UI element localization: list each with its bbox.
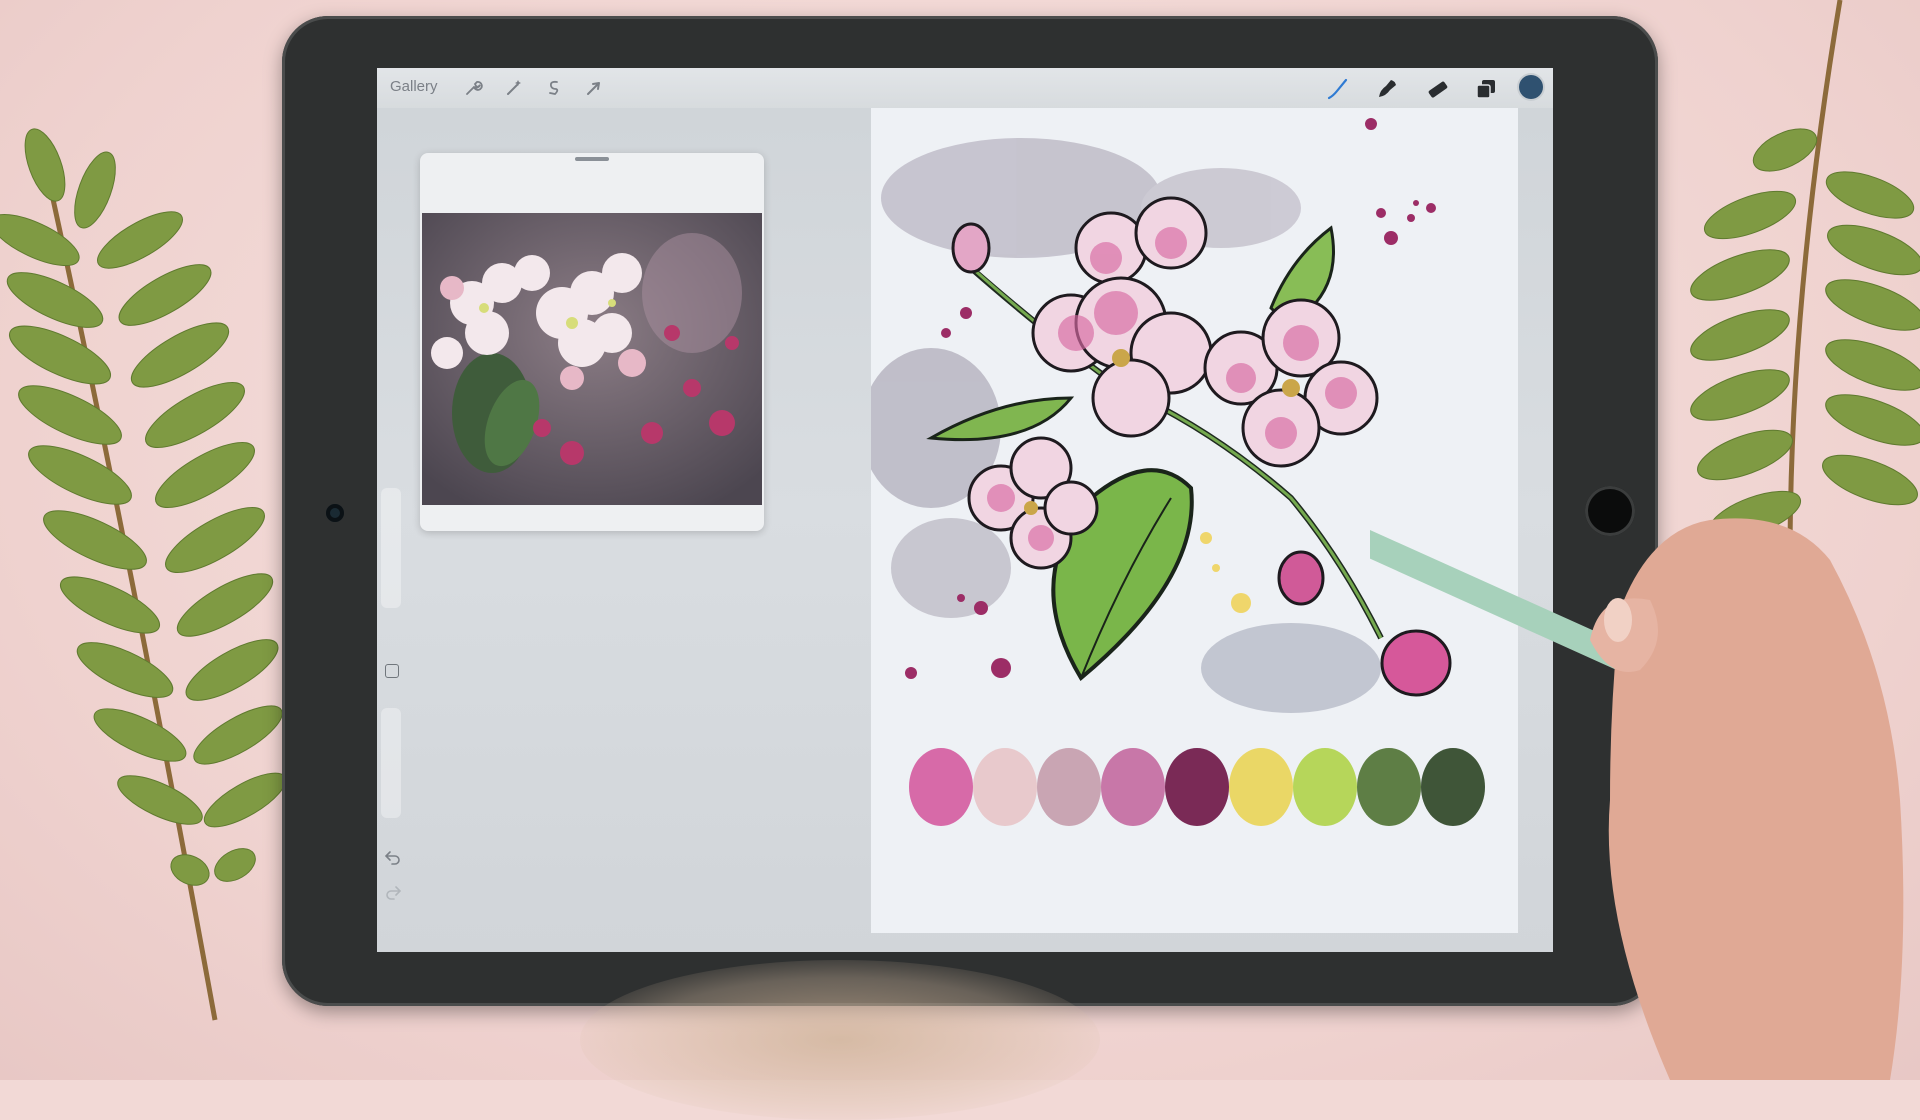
brush-icon[interactable]	[1325, 76, 1351, 102]
brush-opacity-slider[interactable]	[381, 708, 401, 818]
hand-holding-stylus	[1370, 518, 1904, 1080]
redo-button[interactable]	[384, 883, 402, 901]
layers-icon[interactable]	[1473, 76, 1499, 102]
swatch-orchid[interactable]	[1101, 748, 1165, 826]
current-color-button[interactable]	[1519, 75, 1543, 99]
reference-window[interactable]	[420, 153, 764, 531]
wrench-icon[interactable]	[463, 78, 483, 98]
swatch-plum[interactable]	[1165, 748, 1229, 826]
swatch-pink[interactable]	[909, 748, 973, 826]
reference-drag-handle[interactable]	[575, 157, 609, 161]
reference-photo-blossoms	[422, 213, 762, 505]
modify-button[interactable]	[385, 664, 399, 678]
selection-icon[interactable]	[544, 78, 564, 98]
brush-size-slider[interactable]	[381, 488, 401, 608]
undo-button[interactable]	[384, 848, 402, 866]
redo-icon	[386, 886, 402, 900]
undo-icon	[384, 851, 400, 865]
gallery-button[interactable]: Gallery	[390, 78, 438, 95]
magic-wand-icon[interactable]	[504, 78, 524, 98]
eraser-icon[interactable]	[1424, 76, 1450, 102]
swatch-light-pink[interactable]	[973, 748, 1037, 826]
blurred-foreground-hair	[580, 960, 1100, 1120]
smudge-icon[interactable]	[1374, 76, 1400, 102]
front-camera	[326, 504, 344, 522]
top-toolbar: Gallery	[377, 68, 1553, 108]
transform-arrow-icon[interactable]	[584, 78, 604, 98]
swatch-lime[interactable]	[1293, 748, 1357, 826]
fern-leaf-left-decoration	[0, 128, 287, 1021]
swatch-mauve[interactable]	[1037, 748, 1101, 826]
swatch-yellow[interactable]	[1229, 748, 1293, 826]
